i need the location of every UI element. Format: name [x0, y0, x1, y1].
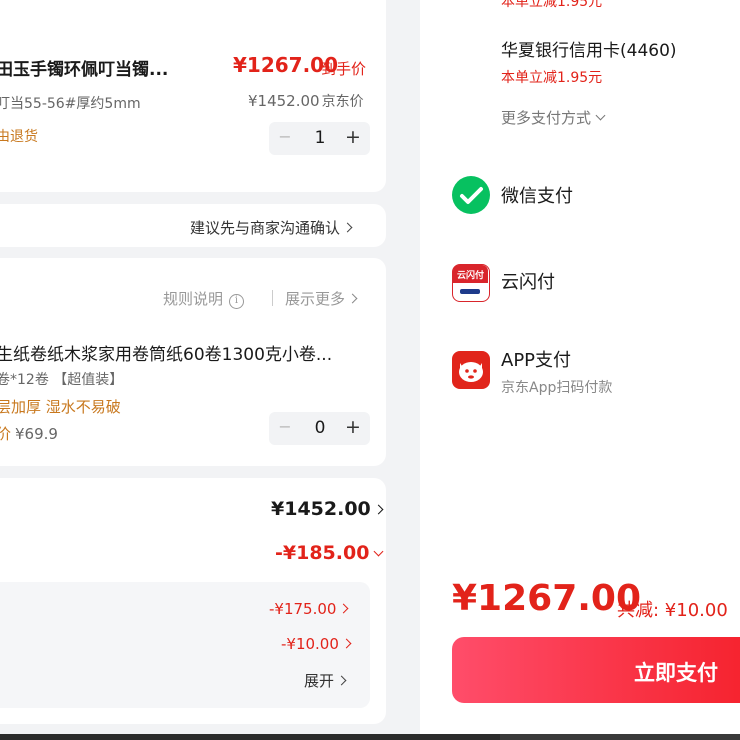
product-1-quantity-stepper: − 1 + — [269, 122, 370, 155]
unionpay-option[interactable]: 云闪付 — [501, 268, 555, 294]
chevron-right-icon — [342, 222, 353, 233]
info-icon: i — [229, 294, 245, 309]
bank-card-option[interactable]: 华夏银行信用卡(4460) — [501, 36, 677, 61]
expand-button[interactable]: 展开 — [304, 670, 347, 691]
wechat-pay-option[interactable]: 微信支付 — [501, 182, 573, 208]
product-1-spec: 叮当55-56#厚约5mm — [0, 96, 141, 112]
chevron-right-icon — [339, 603, 349, 614]
app-pay-subtitle: 京东App扫码付款 — [501, 380, 613, 396]
product-2-quantity-stepper: − 0 + — [269, 412, 370, 445]
decrease-button[interactable]: − — [277, 417, 293, 439]
chevron-right-icon — [341, 638, 352, 649]
window-bottom-edge — [0, 734, 740, 740]
product-1-title[interactable]: 田玉手镯环佩叮当镯... — [0, 55, 168, 80]
total-discount[interactable]: -¥185.00 — [275, 542, 384, 564]
merchant-notice[interactable]: 建议先与商家沟通确认 — [190, 217, 353, 238]
chevron-right-icon — [373, 504, 384, 515]
bank-card-discount: 本单立减1.95元 — [501, 70, 603, 86]
more-payment-methods[interactable]: 更多支付方式 — [501, 107, 606, 128]
quantity-value[interactable]: 0 — [307, 418, 333, 438]
discount-item-1[interactable]: -¥175.00 — [269, 600, 349, 618]
pay-now-button[interactable]: 立即支付 — [452, 637, 740, 703]
decrease-button[interactable]: − — [277, 127, 293, 149]
app-pay-option[interactable]: APP支付 — [501, 346, 571, 372]
chevron-down-icon — [373, 546, 384, 557]
discount-item-2[interactable]: -¥10.00 — [281, 635, 352, 653]
show-more-link[interactable]: 展示更多 — [285, 288, 358, 309]
rules-link[interactable]: 规则说明 i — [163, 288, 245, 309]
total-saved: 共减: ¥10.00 — [617, 600, 728, 621]
divider — [272, 290, 273, 306]
product-2-feature: 层加厚 湿水不易破 — [0, 398, 121, 416]
goods-total[interactable]: ¥1452.00 — [271, 498, 384, 520]
product-2-price: 价 ¥69.9 — [0, 425, 58, 443]
wechat-pay-icon — [452, 176, 490, 214]
product-1-service: 由退货 — [0, 129, 38, 145]
quantity-value[interactable]: 1 — [307, 128, 333, 148]
product-1-jd-price: ¥1452.00 京东价 — [248, 92, 364, 110]
order-panel: 田玉手镯环佩叮当镯... ¥1267.00 到手价 叮当55-56#厚约5mm … — [0, 0, 420, 740]
product-2-title[interactable]: 生纸卷纸木浆家用卷筒纸60卷1300克小卷... — [0, 340, 332, 365]
unionpay-logo-text: 云闪付 — [456, 271, 484, 281]
increase-button[interactable]: + — [344, 126, 362, 150]
product-2-spec: 卷*12卷 【超值装】 — [0, 372, 124, 388]
product-1-price-tag: 到手价 — [321, 60, 367, 78]
unionpay-icon: 云闪付 — [452, 264, 490, 302]
chevron-right-icon — [336, 675, 347, 686]
chevron-right-icon — [347, 293, 358, 304]
pay-now-label: 立即支付 — [634, 661, 718, 685]
final-total: ¥1267.00 — [452, 578, 642, 619]
increase-button[interactable]: + — [344, 416, 362, 440]
previous-method-discount: 本单立减1.95元 — [501, 0, 603, 10]
jd-app-icon — [452, 351, 490, 389]
chevron-down-icon — [595, 110, 606, 121]
